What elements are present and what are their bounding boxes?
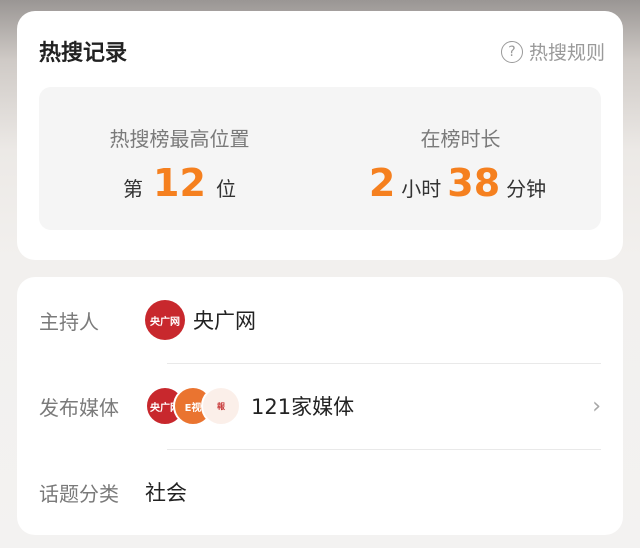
duration-minutes: 38 — [447, 161, 501, 205]
hot-search-rules-link[interactable]: ? 热搜规则 — [500, 38, 605, 65]
publishers-label: 发布媒体 — [39, 395, 119, 420]
record-title: 热搜记录 — [39, 41, 128, 66]
publisher-avatar: 報 — [201, 386, 241, 426]
peak-suffix: 位 — [215, 177, 236, 201]
chevron-right-icon[interactable]: › — [592, 394, 601, 419]
peak-position-stat: 热搜榜最高位置 第 12 位 — [39, 87, 320, 230]
duration-stat: 在榜时长 2 小时 38 分钟 — [320, 87, 601, 230]
publishers-row[interactable]: 发布媒体 央广网 E视 報 121家媒体 › — [39, 363, 601, 449]
peak-prefix: 第 — [123, 177, 144, 201]
category-value: 社会 — [145, 481, 187, 505]
minutes-unit: 分钟 — [506, 177, 547, 201]
question-circle-icon: ? — [500, 40, 523, 63]
hours-unit: 小时 — [401, 177, 442, 201]
category-row: 话题分类 社会 — [39, 449, 601, 535]
category-label: 话题分类 — [39, 481, 119, 506]
host-label: 主持人 — [39, 309, 99, 334]
hot-search-record-card: 热搜记录 ? 热搜规则 热搜榜最高位置 第 12 位 在榜时长 2 小时 38 … — [17, 11, 623, 260]
rules-label: 热搜规则 — [528, 42, 605, 64]
publisher-avatars: 央广网 E视 報 — [145, 386, 241, 426]
peak-label: 热搜榜最高位置 — [109, 127, 250, 151]
duration-label: 在榜时长 — [420, 127, 501, 151]
divider — [167, 363, 601, 364]
divider — [167, 449, 601, 450]
host-avatar: 央广网 — [145, 300, 185, 340]
stats-panel: 热搜榜最高位置 第 12 位 在榜时长 2 小时 38 分钟 — [39, 87, 601, 230]
peak-value: 12 — [153, 161, 206, 205]
host-name[interactable]: 央广网 — [193, 305, 256, 335]
topic-info-card: 主持人 央广网 央广网 发布媒体 央广网 E视 報 121家媒体 › 话题分类 … — [17, 277, 623, 535]
host-row: 主持人 央广网 央广网 — [39, 277, 601, 363]
duration-hours: 2 — [368, 161, 396, 205]
publishers-count: 121家媒体 — [251, 395, 355, 419]
